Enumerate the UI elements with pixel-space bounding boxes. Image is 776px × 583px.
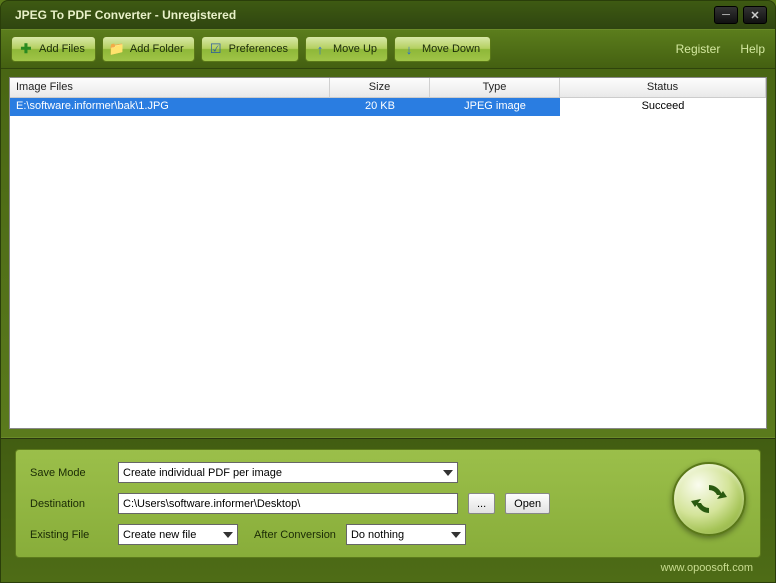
move-up-label: Move Up — [333, 43, 377, 55]
col-header-status[interactable]: Status — [560, 78, 766, 97]
settings-panel: Save Mode Create individual PDF per imag… — [15, 449, 761, 558]
save-mode-select[interactable]: Create individual PDF per image — [118, 462, 458, 483]
existing-row: Existing File Create new file After Conv… — [30, 524, 658, 545]
cell-file: E:\software.informer\bak\1.JPG — [10, 98, 330, 116]
col-header-type[interactable]: Type — [430, 78, 560, 97]
table-row[interactable]: E:\software.informer\bak\1.JPG 20 KB JPE… — [10, 98, 766, 116]
main-area: Image Files Size Type Status E:\software… — [1, 69, 775, 437]
col-header-size[interactable]: Size — [330, 78, 430, 97]
preferences-button[interactable]: ☑ Preferences — [201, 36, 299, 62]
move-down-label: Move Down — [422, 43, 480, 55]
existing-file-select[interactable]: Create new file — [118, 524, 238, 545]
bottom-panel: Save Mode Create individual PDF per imag… — [1, 437, 775, 582]
destination-input[interactable] — [118, 493, 458, 514]
arrow-down-icon: ↓ — [401, 41, 417, 57]
after-conversion-label: After Conversion — [254, 529, 336, 541]
app-window: JPEG To PDF Converter - Unregistered ─ ✕… — [0, 0, 776, 583]
add-files-label: Add Files — [39, 43, 85, 55]
titlebar: JPEG To PDF Converter - Unregistered ─ ✕ — [1, 1, 775, 29]
preferences-icon: ☑ — [208, 41, 224, 57]
existing-file-label: Existing File — [30, 529, 108, 541]
toolbar: ✚ Add Files 📁 Add Folder ☑ Preferences ↑… — [1, 29, 775, 69]
destination-label: Destination — [30, 498, 108, 510]
close-button[interactable]: ✕ — [743, 6, 767, 24]
cell-size: 20 KB — [330, 98, 430, 116]
folder-icon: 📁 — [109, 41, 125, 57]
minimize-icon: ─ — [722, 9, 730, 21]
after-conversion-select[interactable]: Do nothing — [346, 524, 466, 545]
destination-row: Destination ... Open — [30, 493, 658, 514]
add-folder-button[interactable]: 📁 Add Folder — [102, 36, 195, 62]
close-icon: ✕ — [750, 9, 759, 22]
move-up-button[interactable]: ↑ Move Up — [305, 36, 388, 62]
minimize-button[interactable]: ─ — [714, 6, 738, 24]
col-header-file[interactable]: Image Files — [10, 78, 330, 97]
window-title: JPEG To PDF Converter - Unregistered — [9, 8, 709, 22]
footer-link[interactable]: www.opoosoft.com — [15, 558, 761, 574]
cell-status: Succeed — [560, 98, 766, 116]
add-folder-label: Add Folder — [130, 43, 184, 55]
save-mode-row: Save Mode Create individual PDF per imag… — [30, 462, 658, 483]
save-mode-label: Save Mode — [30, 467, 108, 479]
preferences-label: Preferences — [229, 43, 288, 55]
add-files-button[interactable]: ✚ Add Files — [11, 36, 96, 62]
cell-type: JPEG image — [430, 98, 560, 116]
help-link[interactable]: Help — [740, 42, 765, 56]
open-button[interactable]: Open — [505, 493, 550, 514]
move-down-button[interactable]: ↓ Move Down — [394, 36, 491, 62]
arrow-up-icon: ↑ — [312, 41, 328, 57]
refresh-icon — [687, 477, 731, 521]
settings-left: Save Mode Create individual PDF per imag… — [30, 462, 658, 545]
file-list[interactable]: Image Files Size Type Status E:\software… — [9, 77, 767, 429]
convert-button[interactable] — [672, 462, 746, 536]
list-header: Image Files Size Type Status — [10, 78, 766, 98]
browse-button[interactable]: ... — [468, 493, 495, 514]
register-link[interactable]: Register — [676, 42, 721, 56]
plus-icon: ✚ — [18, 41, 34, 57]
